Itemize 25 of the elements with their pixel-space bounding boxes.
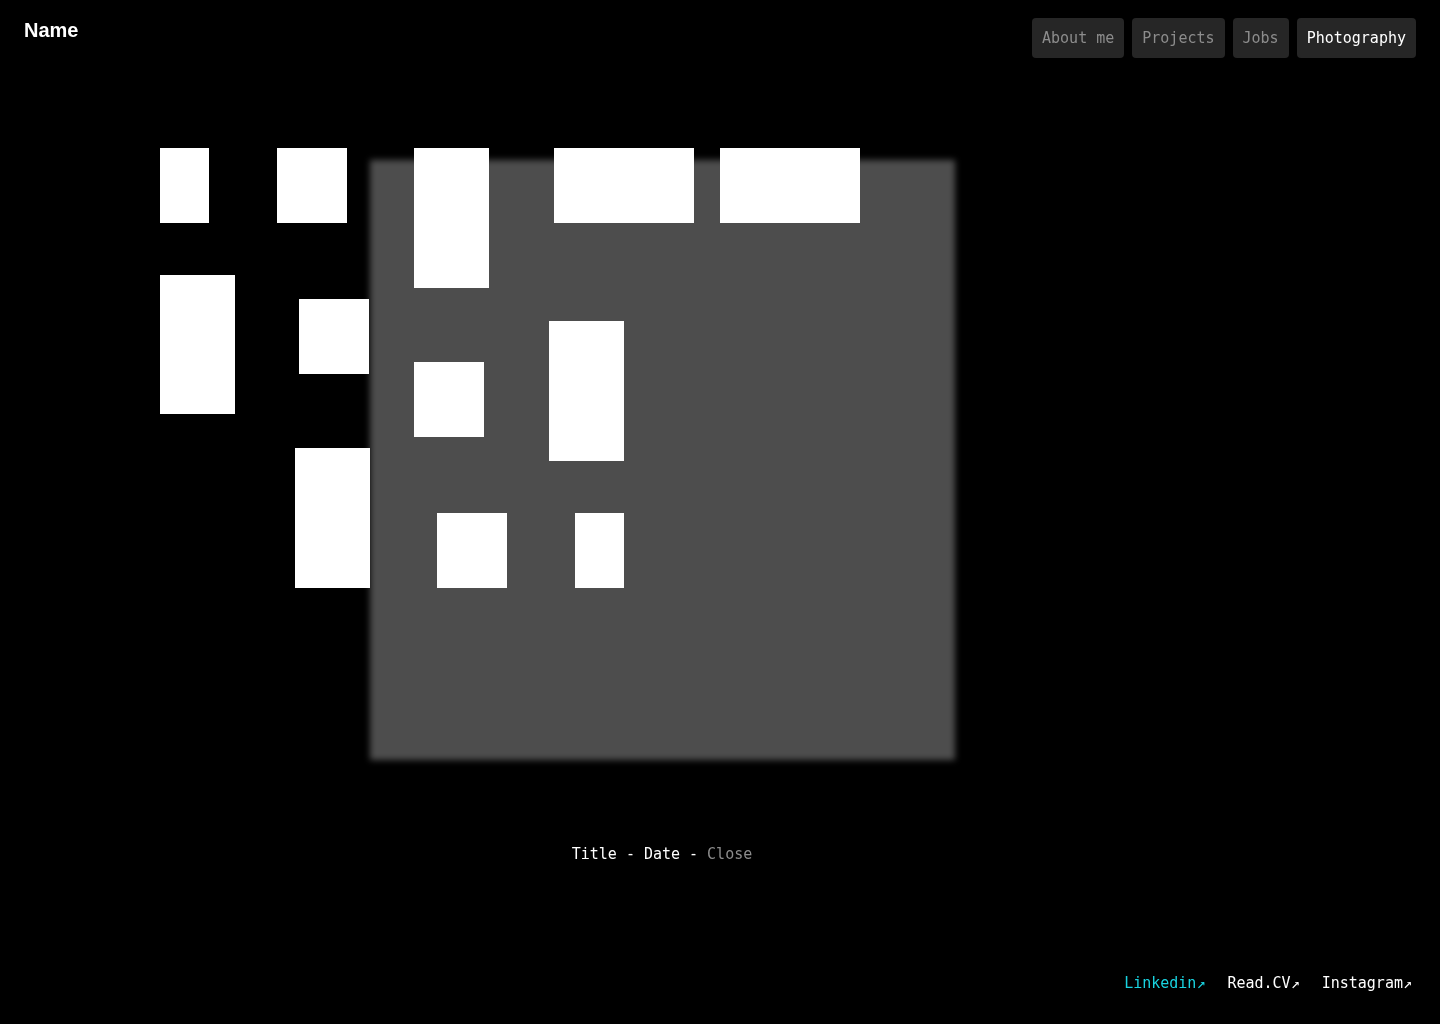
nav-tab[interactable]: Jobs <box>1232 18 1289 58</box>
nav-tab[interactable]: About me <box>1032 18 1125 58</box>
photo-thumbnail[interactable] <box>160 148 209 223</box>
footer-link[interactable]: Instagram↗ <box>1321 971 1412 994</box>
photo-thumbnail[interactable] <box>414 148 489 288</box>
caption-date: Date <box>643 844 681 865</box>
photo-thumbnail[interactable] <box>277 148 347 223</box>
nav-tab[interactable]: Photography <box>1296 18 1416 58</box>
caption-title: Title <box>571 844 617 865</box>
nav-tab[interactable]: Projects <box>1132 18 1225 58</box>
caption-separator: - <box>689 844 699 865</box>
photo-thumbnail[interactable] <box>160 275 235 414</box>
close-link[interactable]: Close <box>707 843 753 866</box>
photo-thumbnail[interactable] <box>549 321 624 461</box>
site-name: Name <box>24 18 79 42</box>
photo-thumbnail[interactable] <box>554 148 694 223</box>
photo-thumbnail[interactable] <box>720 148 860 223</box>
footer-link[interactable]: Read.CV↗ <box>1227 971 1300 994</box>
photo-thumbnail[interactable] <box>575 513 624 588</box>
footer-link[interactable]: Linkedin↗ <box>1124 971 1206 994</box>
caption-separator: - <box>625 844 635 865</box>
photo-thumbnail[interactable] <box>437 513 507 588</box>
photo-thumbnail[interactable] <box>414 362 484 437</box>
photo-thumbnail[interactable] <box>295 448 370 588</box>
photo-thumbnail[interactable] <box>299 299 369 374</box>
